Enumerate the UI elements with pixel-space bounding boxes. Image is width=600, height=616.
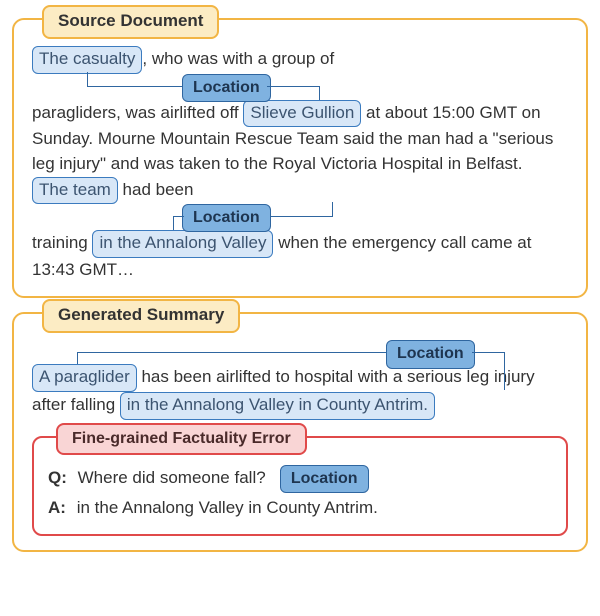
conn-hline-1a xyxy=(87,86,183,87)
a-label: A: xyxy=(48,498,66,517)
location-badge-1: Location xyxy=(182,74,271,102)
conn-vline-3b xyxy=(504,352,505,390)
generated-summary-panel: Generated Summary Location A paraglider … xyxy=(12,312,588,551)
source-text-block: The casualty, who was with a group of Lo… xyxy=(32,46,568,282)
conn-hline-3 xyxy=(77,352,387,353)
conn-hline-1b xyxy=(267,86,319,87)
location-badge-q: Location xyxy=(280,465,369,493)
conn-vline-2a xyxy=(332,202,333,216)
conn-hline-3b xyxy=(472,352,504,353)
conn-vline-2b xyxy=(173,216,174,230)
hl-slieve-gullion: Slieve Gullion xyxy=(243,100,361,128)
q-label: Q: xyxy=(48,468,67,487)
location-badge-3: Location xyxy=(386,340,475,368)
q-text: Where did someone fall? xyxy=(78,468,266,487)
hl-the-team: The team xyxy=(32,177,118,205)
factuality-error-box: Fine-grained Factuality Error Q: Where d… xyxy=(32,436,568,536)
source-document-panel: Source Document The casualty, who was wi… xyxy=(12,18,588,298)
hl-annalong-valley-src: in the Annalong Valley xyxy=(92,230,273,258)
conn-vline-1a xyxy=(87,72,88,86)
summary-text-block: A paraglider has been airlifted to hospi… xyxy=(32,364,568,419)
hl-casualty: The casualty xyxy=(32,46,142,74)
location-badge-2: Location xyxy=(182,204,271,232)
qa-question: Q: Where did someone fall? Location xyxy=(48,465,552,493)
conn-hline-2b xyxy=(173,216,184,217)
connector-1: Location xyxy=(32,74,568,100)
source-title: Source Document xyxy=(42,5,219,39)
conn-vline-1b xyxy=(319,86,320,100)
hl-paraglider: A paraglider xyxy=(32,364,137,392)
error-title: Fine-grained Factuality Error xyxy=(56,423,307,455)
connector-2: Location xyxy=(32,204,568,230)
src-t2a: paragliders, was airlifted off xyxy=(32,103,243,122)
a-text: in the Annalong Valley in County Antrim. xyxy=(77,498,378,517)
src-t1: , who was with a group of xyxy=(142,49,334,68)
conn-vline-3a xyxy=(77,352,78,364)
summary-title: Generated Summary xyxy=(42,299,240,333)
connector-3: Location xyxy=(32,340,568,364)
qa-answer: A: in the Annalong Valley in County Antr… xyxy=(48,496,552,521)
hl-annalong-valley-sum: in the Annalong Valley in County Antrim. xyxy=(120,392,435,420)
src-t3a: training xyxy=(32,233,92,252)
conn-hline-2a xyxy=(267,216,333,217)
src-t2e: had been xyxy=(118,180,194,199)
